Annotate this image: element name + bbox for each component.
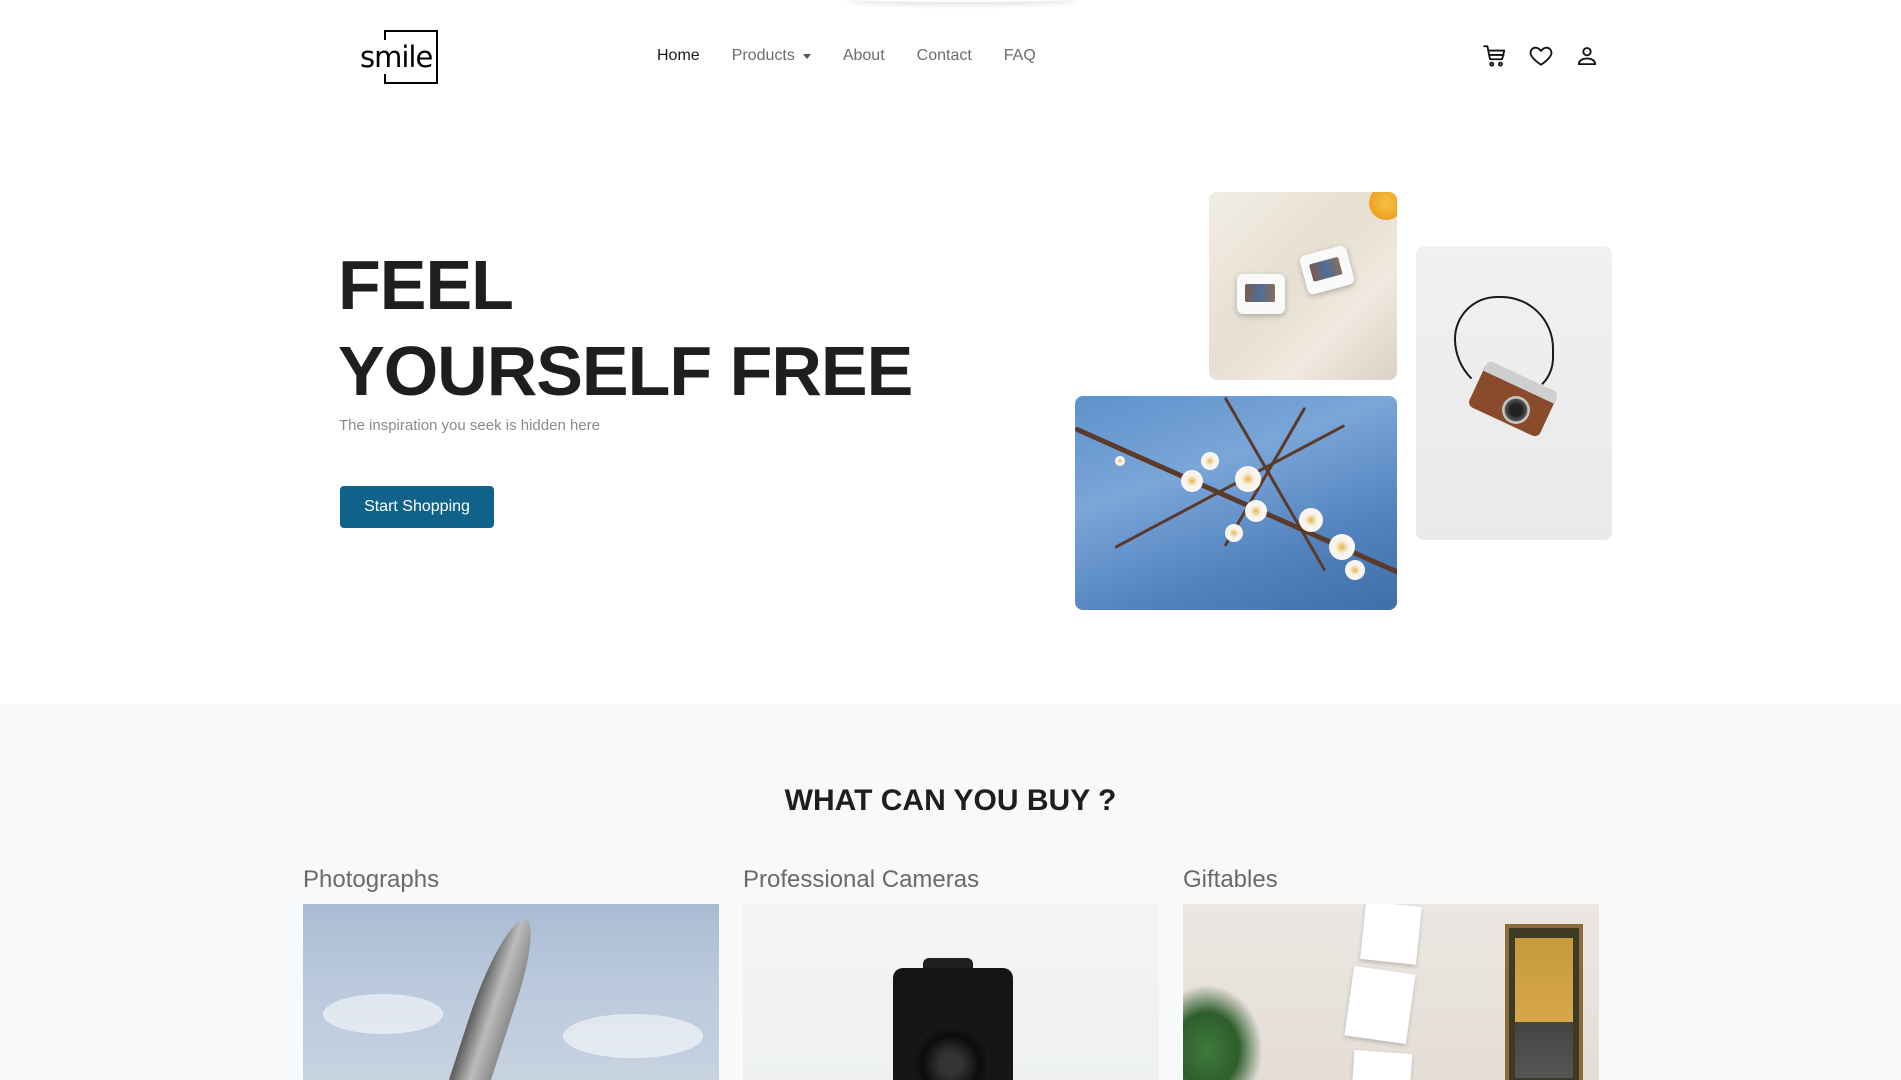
hero-title-line1: FEEL xyxy=(338,246,514,324)
user-icon[interactable] xyxy=(1574,43,1600,69)
blossom-flower xyxy=(1115,456,1125,466)
vintage-camera-photo xyxy=(1416,246,1612,540)
category-card-giftables[interactable]: Giftables xyxy=(1183,866,1599,1080)
blossom-flower xyxy=(1245,500,1267,522)
category-card-photographs[interactable]: Photographs xyxy=(303,866,719,1080)
heart-icon[interactable] xyxy=(1528,43,1554,69)
category-title: Photographs xyxy=(303,866,440,893)
hero-section: FEEL YOURSELF FREE The inspiration you s… xyxy=(0,112,1901,704)
nav-products-dropdown[interactable]: Products xyxy=(732,47,811,65)
blossom-flower xyxy=(1329,534,1355,560)
main-nav: Home Products About Contact FAQ xyxy=(657,44,1068,68)
caret-down-icon xyxy=(802,53,811,59)
navbar: smile Home Products About Contact FAQ xyxy=(0,0,1901,112)
logo-text: smile xyxy=(358,40,435,74)
nav-faq-link[interactable]: FAQ xyxy=(1004,47,1036,65)
category-card-cameras[interactable]: Professional Cameras xyxy=(743,866,1159,1080)
camera-lens xyxy=(1502,396,1530,424)
polaroid-photo xyxy=(1351,1050,1413,1080)
mug-right xyxy=(1298,244,1356,296)
cart-icon[interactable] xyxy=(1482,43,1508,69)
mug-left xyxy=(1237,274,1285,314)
hero-subtitle: The inspiration you seek is hidden here xyxy=(339,417,600,434)
blossom-photo xyxy=(1075,396,1397,610)
plant xyxy=(1183,984,1263,1080)
cat-poster xyxy=(1515,938,1573,1078)
nav-icon-group xyxy=(1482,43,1620,69)
start-shopping-button[interactable]: Start Shopping xyxy=(340,486,494,528)
juice-glass xyxy=(1369,192,1397,220)
giftables-image[interactable] xyxy=(1183,904,1599,1080)
nav-products-label: Products xyxy=(731,47,795,64)
dropdown-shadow xyxy=(846,0,1076,2)
blossom-flower xyxy=(1345,560,1365,580)
nav-contact-link[interactable]: Contact xyxy=(917,47,972,65)
cat-poster-frame xyxy=(1505,924,1583,1080)
categories-section: WHAT CAN YOU BUY ? Photographs Professio… xyxy=(0,704,1901,1080)
photographs-image[interactable] xyxy=(303,904,719,1080)
blossom-flower xyxy=(1299,508,1323,532)
hero-title: FEEL YOURSELF FREE xyxy=(338,242,913,414)
categories-heading: WHAT CAN YOU BUY ? xyxy=(784,784,1117,817)
category-title: Giftables xyxy=(1183,866,1278,893)
cloud xyxy=(323,994,443,1034)
cameras-image[interactable] xyxy=(743,904,1159,1080)
category-title: Professional Cameras xyxy=(743,866,980,893)
nav-home-link[interactable]: Home xyxy=(657,47,700,65)
hero-title-line2: YOURSELF FREE xyxy=(338,332,913,410)
polaroid-photo xyxy=(1360,904,1422,965)
mugs-photo xyxy=(1209,192,1397,380)
blossom-flower xyxy=(1201,452,1219,470)
brand-logo[interactable]: smile xyxy=(358,30,438,84)
nav-about-link[interactable]: About xyxy=(843,47,885,65)
blossom-flower xyxy=(1181,470,1203,492)
polaroid-photo xyxy=(1344,966,1416,1044)
blossom-flower xyxy=(1225,524,1243,542)
blossom-flower xyxy=(1235,466,1261,492)
seagull-wing xyxy=(444,912,542,1080)
cloud xyxy=(563,1014,703,1058)
